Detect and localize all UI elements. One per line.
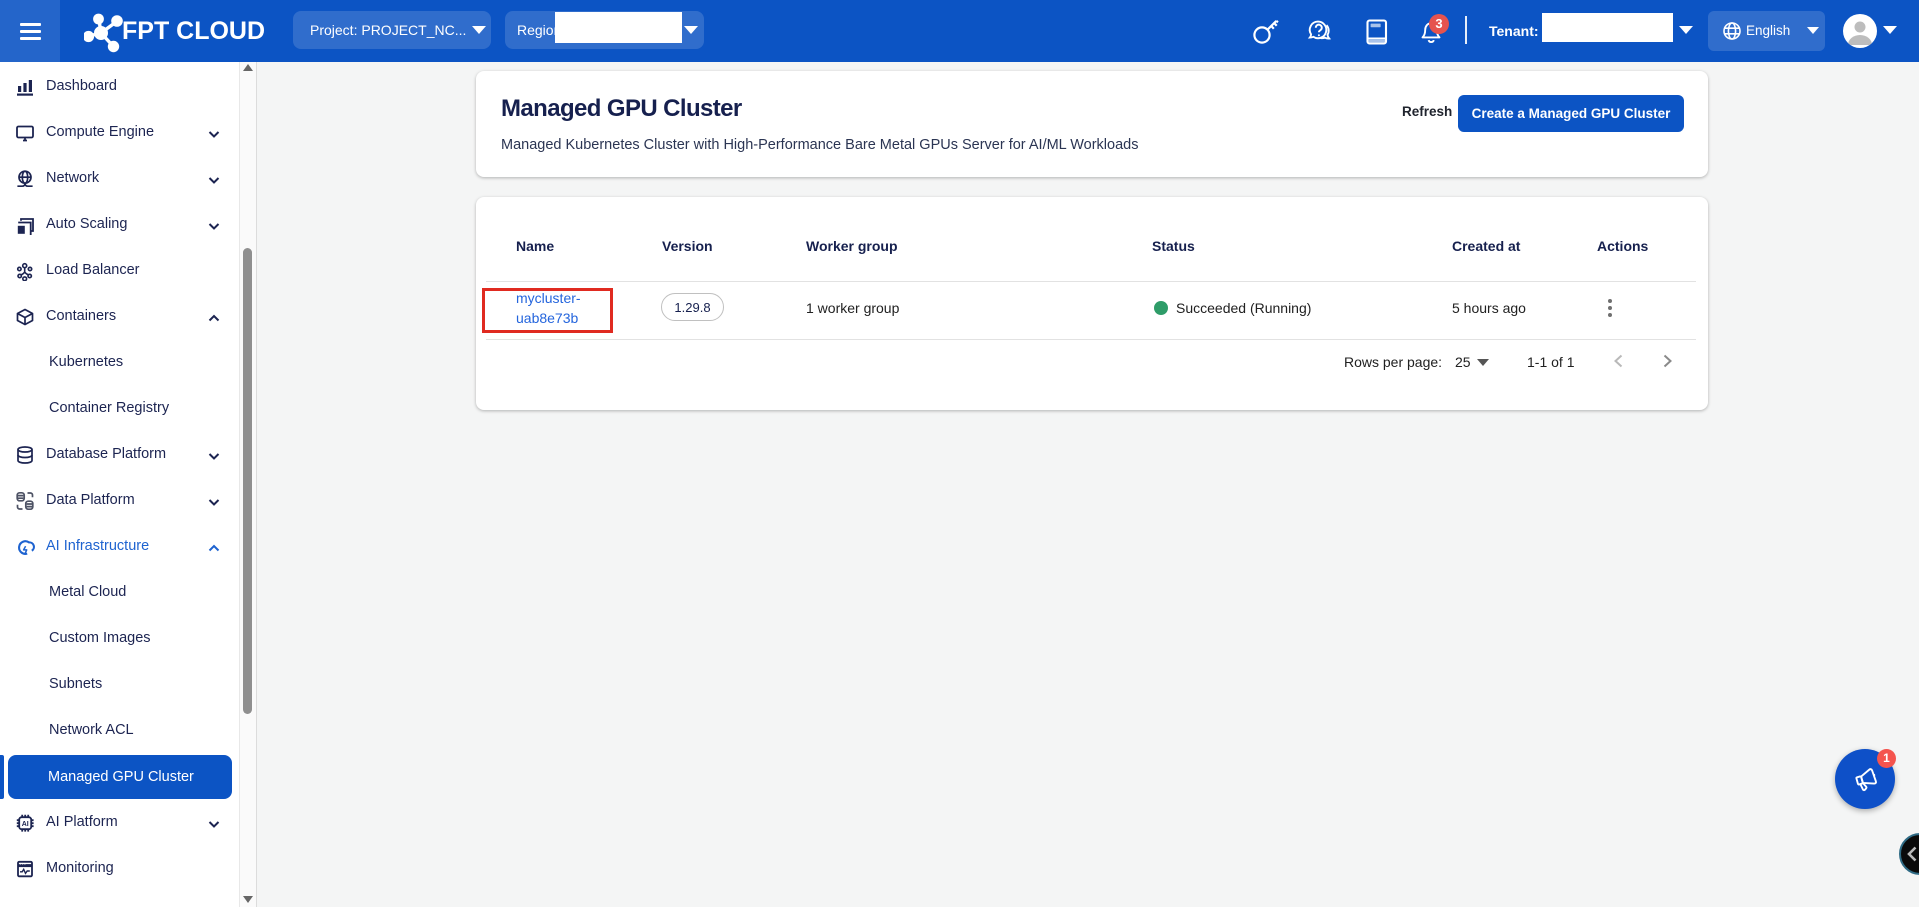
svg-text:AI: AI bbox=[22, 821, 29, 828]
